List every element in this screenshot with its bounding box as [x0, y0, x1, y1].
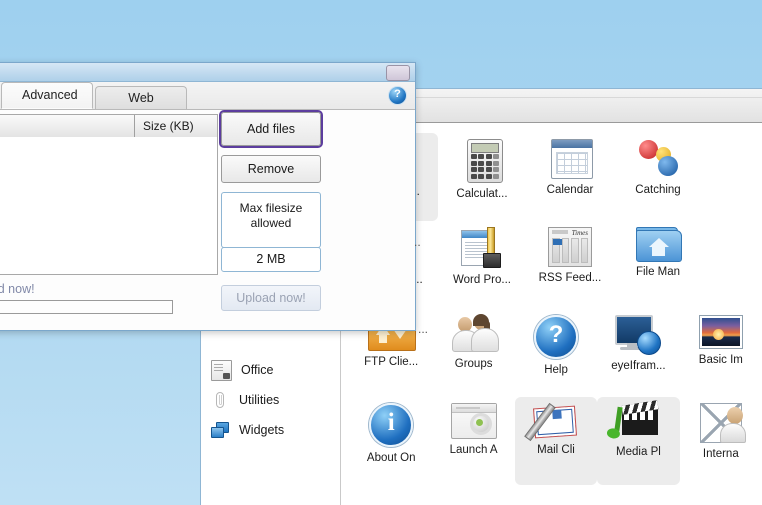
app-icon-label: Calculat... [456, 188, 508, 200]
truncated-label-ellipsis: ... [418, 322, 429, 336]
upload-now-button[interactable]: Upload now! [221, 285, 321, 311]
app-icon-label: Help [544, 364, 568, 376]
dialog-title-bar[interactable]: files [0, 63, 415, 82]
eyeiframe-icon [615, 315, 662, 355]
app-icon-rss-feed[interactable]: Times RSS Feed... [526, 221, 614, 309]
groups-icon [451, 314, 499, 353]
app-icon-label: RSS Feed... [538, 272, 602, 284]
catching-icon [636, 139, 680, 179]
dialog-body: e Size (KB) Add files Remove Max filesiz… [0, 110, 415, 330]
sidebar-item-utilities[interactable]: Utilities [201, 385, 340, 415]
app-icon-about[interactable]: i About On [350, 397, 432, 485]
max-filesize-value[interactable]: 2 MB [221, 247, 321, 272]
rss-feed-icon: Times [548, 227, 592, 267]
sidebar-item-office[interactable]: Office [201, 355, 340, 385]
dialog-button-column: Add files Remove Max filesize allowed 2 … [221, 112, 321, 311]
internal-user-icon [699, 403, 746, 443]
upload-progress-bar [0, 300, 173, 314]
icon-row: i About On Launch A Mail Cli Media Pl In… [350, 397, 762, 485]
app-icon-word-processor[interactable]: Word Pro... [438, 221, 526, 309]
sidebar-item-widgets[interactable]: Widgets [201, 415, 340, 445]
media-player-icon [614, 400, 660, 441]
upload-files-dialog: files mple Advanced Web ? e Size (KB) Ad… [0, 62, 416, 331]
help-icon[interactable]: ? [388, 86, 407, 105]
app-icon-label: eyeIfram... [611, 360, 666, 372]
calendar-icon [550, 139, 593, 179]
about-icon: i [369, 403, 414, 447]
word-processor-icon [461, 227, 503, 269]
app-icon-launch-app[interactable]: Launch A [432, 397, 514, 485]
file-manager-icon [636, 227, 682, 262]
app-icon-label: About On [366, 452, 416, 464]
launch-app-icon [450, 403, 497, 439]
basic-image-icon [698, 315, 743, 349]
app-icon-internal-user[interactable]: Interna [680, 397, 762, 485]
app-icon-catching[interactable]: Catching [614, 133, 702, 221]
app-icon-label: File Man [635, 266, 681, 278]
app-icon-groups[interactable]: Groups [432, 309, 514, 397]
app-icon-label: Catching [635, 184, 681, 196]
app-icon-label: FTP Clie... [364, 356, 419, 368]
app-icon-label: Interna [702, 448, 739, 460]
app-icon-label: Calendar [546, 184, 594, 196]
app-icon-media-player[interactable]: Media Pl [597, 397, 680, 485]
app-icon-eyeiframe[interactable]: eyeIfram... [597, 309, 679, 397]
calculator-icon [467, 139, 503, 183]
status-text: s to transfer, then press Upload now! [0, 282, 35, 296]
app-icon-label: Media Pl [616, 446, 661, 458]
mail-client-icon [524, 402, 578, 442]
column-header-size[interactable]: Size (KB) [135, 115, 217, 137]
paperclip-icon [211, 391, 230, 410]
maximize-button[interactable] [386, 65, 410, 81]
table-header-row: e Size (KB) [0, 115, 217, 138]
help-icon: ? [534, 315, 579, 359]
add-files-button[interactable]: Add files [221, 112, 321, 146]
max-filesize-label: Max filesize allowed [221, 192, 321, 248]
app-icon-basic-image[interactable]: Basic Im [680, 309, 762, 397]
app-icon-file-manager[interactable]: File Man [614, 221, 702, 309]
sidebar-item-label: Office [241, 363, 274, 377]
column-header-name[interactable]: e [0, 115, 135, 137]
table-body [0, 137, 217, 274]
truncated-label-ellipsis: .. [414, 235, 421, 249]
dialog-tab-strip: mple Advanced Web ? [0, 82, 415, 110]
app-icon-label: Launch A [449, 444, 498, 456]
app-icon-label: Groups [454, 358, 493, 370]
widgets-icon [211, 421, 230, 440]
document-icon [211, 359, 232, 381]
tab-web[interactable]: Web [95, 86, 187, 109]
app-icon-help[interactable]: ? Help [515, 309, 597, 397]
app-icon-label: Word Pro... [453, 274, 511, 286]
app-icon-label: Mail Cli [537, 444, 575, 456]
app-icon-calculator[interactable]: Calculat... [438, 133, 526, 221]
sidebar-item-label: Widgets [239, 423, 285, 437]
remove-button[interactable]: Remove [221, 155, 321, 183]
app-icon-label: Basic Im [698, 354, 743, 366]
tab-advanced[interactable]: Advanced [1, 82, 93, 109]
app-icon-calendar[interactable]: Calendar [526, 133, 614, 221]
sidebar-item-label: Utilities [239, 393, 280, 407]
app-icon-mail-client[interactable]: Mail Cli [514, 397, 598, 485]
file-list-table[interactable]: e Size (KB) [0, 114, 218, 275]
